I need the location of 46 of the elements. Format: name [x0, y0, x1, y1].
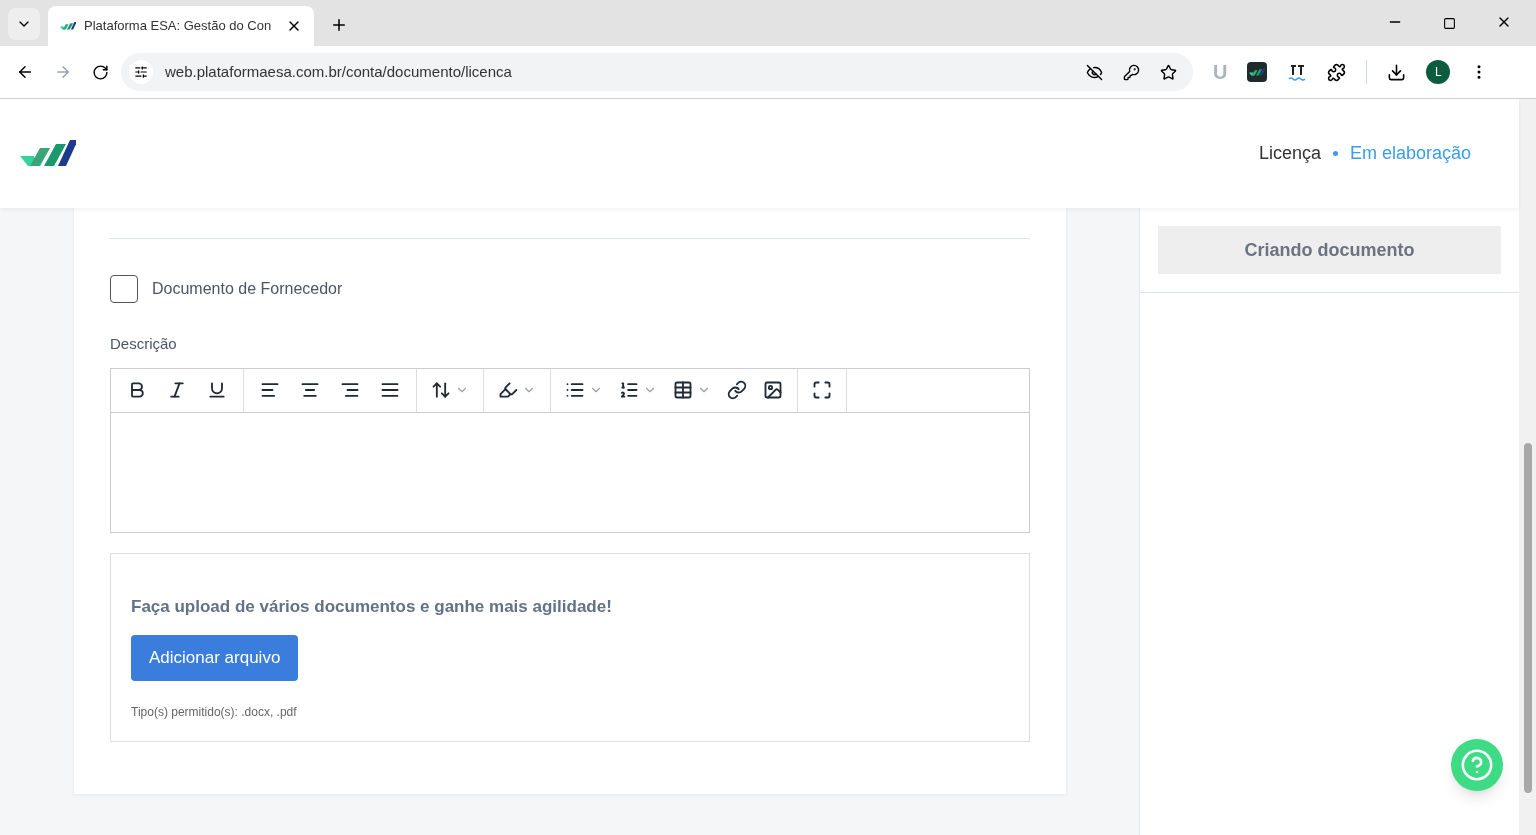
link-icon [727, 380, 747, 400]
align-center-icon [300, 380, 320, 400]
extensions-icon[interactable] [1327, 62, 1347, 82]
checkbox[interactable] [110, 275, 138, 303]
checkbox-label: Documento de Fornecedor [152, 279, 343, 299]
maximize-icon[interactable] [1443, 17, 1456, 30]
image-icon [763, 380, 783, 400]
status-button[interactable]: Criando documento [1158, 226, 1501, 274]
eye-off-icon[interactable] [1086, 63, 1103, 81]
tab-title: Plataforma ESA: Gestão do Con [84, 17, 273, 36]
line-height-icon [431, 380, 451, 400]
browser-tab[interactable]: Plataforma ESA: Gestão do Con [48, 6, 314, 46]
upload-heading: Faça upload de vários documentos e ganhe mais agilidade! [131, 595, 613, 618]
bullet-list-icon [565, 380, 585, 400]
download-icon[interactable] [1387, 62, 1407, 82]
align-left-icon [260, 380, 280, 400]
reload-icon[interactable] [92, 63, 109, 81]
site-settings-icon[interactable] [134, 65, 148, 79]
help-icon [1460, 748, 1494, 782]
logo-icon [20, 139, 76, 168]
document-type: Licença [1258, 142, 1321, 165]
extension-icon [1247, 62, 1268, 82]
tab-list-button[interactable] [8, 8, 40, 40]
new-tab-icon[interactable] [330, 16, 348, 34]
add-file-button[interactable]: Adicionar arquivo [131, 635, 299, 681]
star-icon[interactable] [1160, 63, 1177, 81]
forward-icon[interactable] [54, 63, 72, 81]
highlighter-icon [498, 380, 518, 400]
status-text: Em elaboração [1349, 142, 1471, 165]
allowed-types: Tipo(s) permitido(s): .docx, .pdf [131, 704, 298, 721]
field-label: Descrição [110, 334, 178, 354]
back-icon[interactable] [16, 63, 34, 81]
align-justify-icon [380, 380, 400, 400]
key-icon[interactable] [1123, 63, 1140, 81]
align-right-icon [340, 380, 360, 400]
scrollbar[interactable] [1519, 99, 1536, 835]
table-icon [673, 380, 693, 400]
url-text: web.plataformaesa.com.br/conta/documento/licenca [165, 61, 513, 82]
underline-icon [207, 380, 227, 400]
italic-icon [167, 380, 187, 400]
extension-wave-icon[interactable] [1287, 62, 1308, 82]
numbered-list-icon [619, 380, 639, 400]
profile-avatar[interactable]: L [1426, 60, 1451, 84]
fullscreen-icon [812, 380, 832, 400]
address-bar[interactable]: web.plataformaesa.com.br/conta/documento/licenca [121, 53, 1193, 91]
favicon-icon [60, 20, 76, 32]
